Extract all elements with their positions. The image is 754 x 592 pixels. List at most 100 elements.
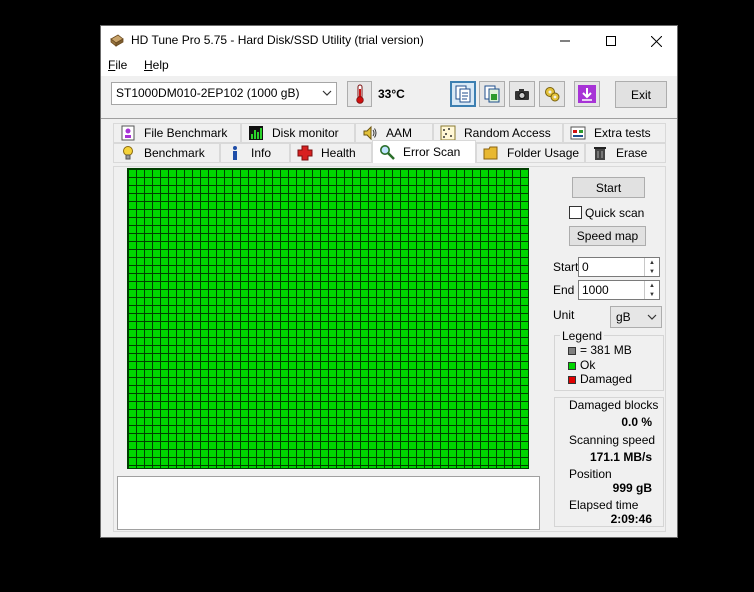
tab-label: Health (321, 146, 356, 160)
screenshot-button[interactable] (509, 81, 535, 107)
copy-bitmap-icon (484, 85, 500, 103)
file-benchmark-icon (121, 125, 135, 141)
quick-scan-label: Quick scan (585, 206, 645, 220)
quick-scan-checkbox[interactable] (569, 206, 582, 219)
title-bar[interactable]: HD Tune Pro 5.75 - Hard Disk/SSD Utility… (101, 26, 677, 56)
info-icon (233, 146, 237, 160)
folder-icon (483, 146, 498, 160)
arrow-down-icon (578, 85, 596, 103)
tab-label: Benchmark (144, 146, 205, 160)
menu-help-accel: H (144, 58, 153, 72)
tab-label: Info (251, 146, 272, 160)
tab-label: Extra tests (594, 126, 651, 140)
scanning-speed-value: 171.1 MB/s (589, 450, 652, 464)
tab-info[interactable]: Info (220, 143, 290, 163)
close-button[interactable] (633, 26, 679, 56)
start-range-value: 0 (582, 260, 589, 274)
legend-block-swatch (568, 347, 576, 355)
save-button[interactable] (574, 81, 600, 107)
start-range-stepper[interactable]: ▲ ▼ (644, 258, 659, 276)
tab-label: Folder Usage (507, 146, 580, 160)
minimize-icon (560, 40, 570, 42)
maximize-button[interactable] (588, 26, 634, 56)
tab-health[interactable]: Health (290, 143, 372, 163)
scan-log[interactable] (117, 476, 540, 530)
copy-text-button[interactable] (450, 81, 476, 107)
tab-extra-tests[interactable]: Extra tests (563, 123, 666, 143)
unit-label: Unit (553, 308, 575, 322)
window-title: HD Tune Pro 5.75 - Hard Disk/SSD Utility… (131, 33, 424, 47)
temperature-value: 33°C (378, 87, 405, 101)
drive-select[interactable]: ST1000DM010-2EP102 (1000 gB) (111, 82, 337, 105)
tab-label: File Benchmark (144, 126, 228, 140)
toolbar: ST1000DM010-2EP102 (1000 gB) 33°C Exit (101, 76, 677, 118)
options-button[interactable] (539, 81, 565, 107)
position-label: Position (569, 467, 612, 481)
copy-bitmap-button[interactable] (479, 81, 505, 107)
camera-icon (515, 89, 529, 100)
tab-file-benchmark[interactable]: File Benchmark (113, 123, 241, 143)
legend-damaged-label: Damaged (580, 372, 633, 386)
close-icon (650, 35, 662, 47)
tab-folder-usage[interactable]: Folder Usage (476, 143, 585, 163)
minimize-button[interactable] (542, 26, 588, 56)
copy-text-icon (455, 85, 471, 103)
wrench-icon (545, 87, 560, 102)
elapsed-time-label: Elapsed time (569, 498, 639, 512)
tab-benchmark[interactable]: Benchmark (113, 143, 220, 163)
tab-error-scan[interactable]: Error Scan (372, 140, 476, 163)
speaker-icon (363, 125, 377, 141)
temperature-button[interactable] (347, 81, 372, 107)
magnifier-icon (380, 145, 395, 160)
scanning-speed-label: Scanning speed (569, 433, 656, 447)
unit-select[interactable]: gB (610, 306, 662, 328)
damaged-blocks-label: Damaged blocks (569, 398, 659, 412)
random-access-icon (440, 125, 456, 141)
drive-select-value: ST1000DM010-2EP102 (1000 gB) (116, 86, 300, 100)
end-range-label: End (553, 283, 575, 297)
tab-label: Error Scan (403, 145, 461, 159)
tab-label: Random Access (464, 126, 551, 140)
stepper-up-icon[interactable]: ▲ (645, 281, 659, 290)
thermometer-icon (355, 84, 364, 104)
end-range-value: 1000 (582, 283, 609, 297)
menu-bar: File Help (101, 56, 677, 76)
menu-file[interactable]: File (107, 58, 128, 72)
extra-tests-icon (570, 126, 586, 140)
stepper-down-icon[interactable]: ▼ (645, 267, 659, 276)
stepper-up-icon[interactable]: ▲ (645, 258, 659, 267)
end-range-stepper[interactable]: ▲ ▼ (644, 281, 659, 299)
legend-block-size: = 381 MB (580, 343, 632, 357)
legend-title: Legend (560, 329, 605, 343)
health-cross-icon (297, 145, 313, 161)
start-scan-button[interactable]: Start (572, 177, 645, 198)
tab-erase[interactable]: Erase (585, 143, 666, 163)
menu-help[interactable]: Help (143, 58, 170, 72)
legend-damaged-swatch (568, 376, 576, 384)
toolbar-separator (101, 118, 677, 119)
end-range-input[interactable]: 1000 ▲ ▼ (578, 280, 660, 300)
lightbulb-icon (123, 146, 133, 160)
disk-monitor-icon (249, 126, 263, 140)
unit-select-value: gB (616, 310, 631, 324)
trash-icon (594, 147, 606, 160)
error-scan-panel: Start Quick scan Speed map Start 0 ▲ ▼ En… (113, 166, 666, 532)
start-range-input[interactable]: 0 ▲ ▼ (578, 257, 660, 277)
position-value: 999 gB (612, 481, 652, 495)
elapsed-time-value: 2:09:46 (610, 512, 652, 526)
app-window: HD Tune Pro 5.75 - Hard Disk/SSD Utility… (100, 25, 678, 538)
damaged-blocks-value: 0.0 % (621, 415, 652, 429)
app-icon (110, 34, 124, 47)
speed-map-button[interactable]: Speed map (569, 226, 646, 246)
stepper-down-icon[interactable]: ▼ (645, 290, 659, 299)
chevron-down-icon (322, 90, 332, 96)
exit-button[interactable]: Exit (615, 81, 667, 108)
legend-ok-swatch (568, 362, 576, 370)
scan-block-map (127, 168, 529, 469)
tab-label: Erase (616, 146, 648, 160)
menu-file-label: ile (115, 58, 128, 72)
start-range-label: Start (553, 260, 579, 274)
tab-disk-monitor[interactable]: Disk monitor (241, 123, 355, 143)
tab-label: AAM (386, 126, 413, 140)
legend-ok-label: Ok (580, 358, 596, 372)
